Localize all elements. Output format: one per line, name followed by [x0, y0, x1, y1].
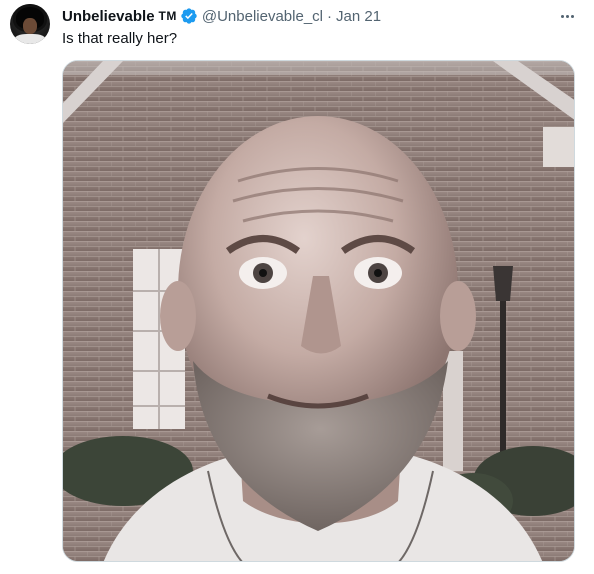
avatar[interactable]	[10, 4, 50, 44]
photo-illustration	[63, 61, 574, 561]
user-handle[interactable]: @Unbelievable_cl	[202, 8, 323, 25]
tweet-photo[interactable]	[62, 60, 575, 562]
tweet-date[interactable]: Jan 21	[336, 8, 381, 25]
tweet-header: Unbelievable TM @Unbelievable_cl · Jan 2…	[62, 6, 381, 26]
display-name[interactable]: Unbelievable	[62, 8, 155, 25]
more-options-icon[interactable]	[555, 8, 579, 24]
verified-badge-icon	[180, 7, 198, 25]
avatar-face	[23, 18, 37, 34]
avatar-shirt	[14, 34, 46, 44]
tweet[interactable]: Unbelievable TM @Unbelievable_cl · Jan 2…	[0, 0, 594, 574]
tweet-text: Is that really her?	[62, 30, 178, 47]
name-badge-text: TM	[158, 9, 177, 23]
separator-dot: ·	[327, 7, 333, 25]
